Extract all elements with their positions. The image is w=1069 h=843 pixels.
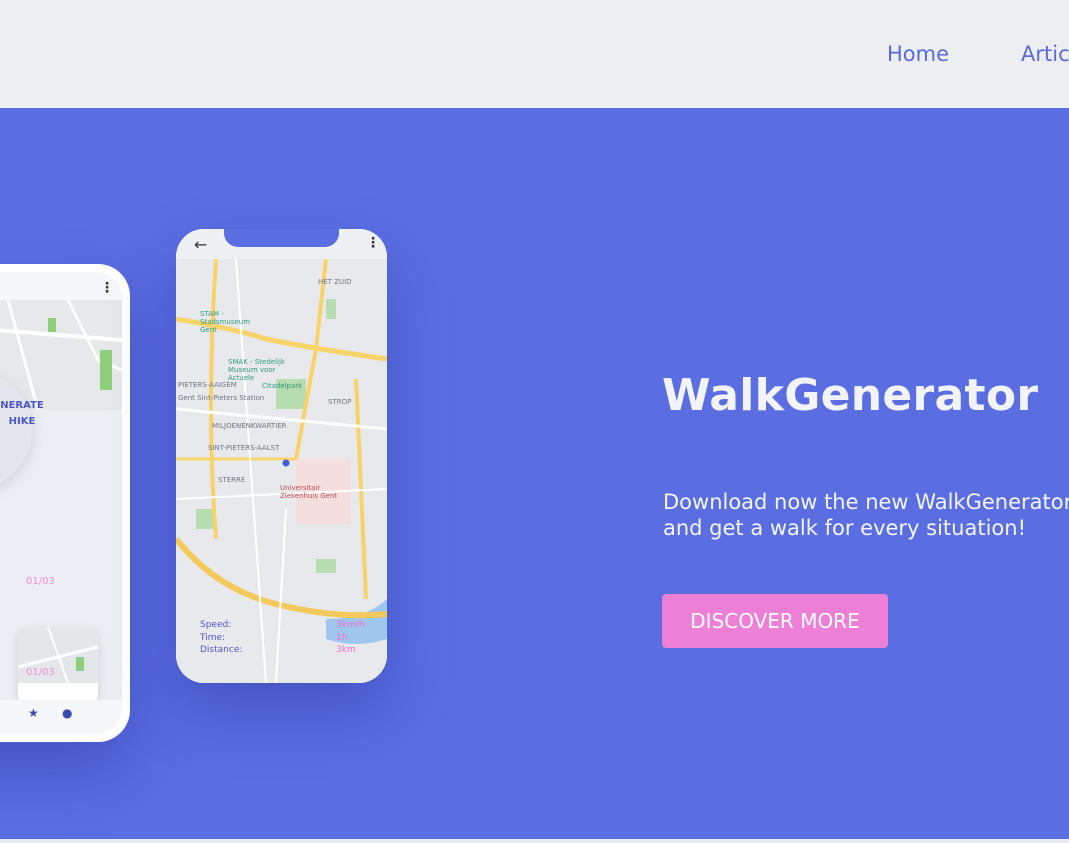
map-label: PIETERS-AAIGEM — [178, 381, 237, 389]
hero-section: ⋮ ← ⋮ WalkGenerator Download now the new… — [0, 108, 1069, 839]
map-label: Gent Sint-Pieters Station — [178, 394, 265, 402]
discover-more-button[interactable]: DISCOVER MORE — [662, 594, 888, 648]
map-label: STAM - Stadsmuseum Gent — [200, 310, 251, 334]
map-label: SINT-PIETERS-AALST — [208, 444, 280, 452]
stat-distance-value: 3km — [336, 645, 356, 655]
app-topbar: ⋮ — [0, 272, 122, 300]
app-phone-mockup: ⋮ — [0, 264, 130, 742]
nav-home-link[interactable]: Home — [887, 42, 949, 66]
more-options-icon[interactable]: ⋮ — [100, 280, 114, 296]
map-label: Universitair Ziekenhuis Gent — [280, 484, 338, 500]
app-bottom-nav — [0, 700, 122, 734]
map-label: HET ZUID — [318, 278, 352, 286]
stat-distance-label: Distance: — [200, 645, 243, 655]
stat-speed-value: 3km/h — [336, 620, 365, 630]
map-label: MILJOENENKWARTIER — [212, 422, 287, 430]
map-label: Citadelpark — [262, 382, 303, 390]
tile-date: 01/03 — [26, 667, 55, 678]
hero-description: Download now the new WalkGenerator app a… — [663, 490, 1069, 540]
walk-tile[interactable] — [18, 627, 98, 703]
phone-notch — [224, 229, 339, 247]
map-phone-mockup: ← ⋮ — [176, 229, 387, 683]
more-options-icon[interactable]: ⋮ — [366, 235, 380, 251]
page: Home Artic ⋮ ← ⋮ WalkGenerator Download … — [0, 0, 1069, 843]
map-phone-topbar: ← ⋮ — [176, 229, 387, 259]
nav-articles-link[interactable]: Artic — [1021, 42, 1069, 66]
stat-time-label: Time: — [200, 633, 226, 643]
user-icon[interactable]: ● — [62, 706, 72, 720]
hero-title: WalkGenerator — [662, 370, 1039, 421]
map-label: STROP — [328, 398, 352, 406]
app-screen: ⋮ — [0, 272, 122, 734]
star-icon[interactable]: ★ — [28, 706, 39, 720]
tile-date: 01/03 — [26, 576, 55, 587]
map-label: STERRE — [218, 476, 246, 484]
generate-hike-label: NERATE HIKE — [0, 400, 44, 427]
site-header: Home Artic — [0, 0, 1069, 108]
map-label: SMAK - Stedelijk Museum voor Actuele — [228, 358, 285, 382]
back-arrow-icon[interactable]: ← — [194, 235, 207, 254]
page-bottom-border — [0, 839, 1069, 843]
stat-time-value: 1h — [336, 633, 348, 643]
stat-speed-label: Speed: — [200, 620, 232, 630]
